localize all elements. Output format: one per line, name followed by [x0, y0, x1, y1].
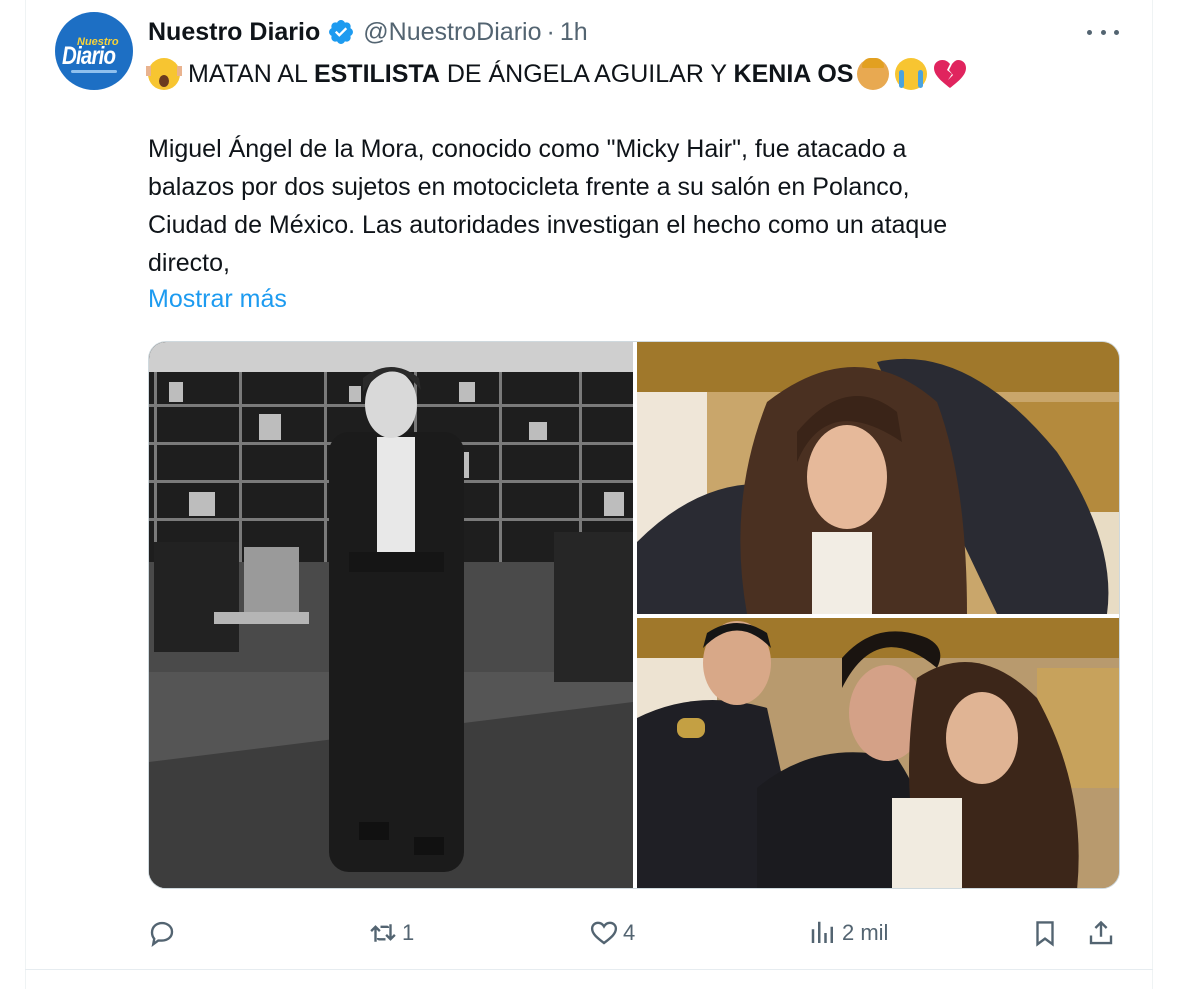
- stylist-portrait-image: [149, 342, 633, 888]
- views-button[interactable]: 2 mil: [808, 913, 888, 953]
- loudly-crying-face-icon: [895, 58, 928, 90]
- headline-part-1: MATAN AL: [188, 60, 314, 88]
- heart-icon: [590, 921, 618, 945]
- group-smiling-photo[interactable]: [637, 618, 1119, 888]
- author-name[interactable]: Nuestro Diario: [148, 18, 320, 47]
- more-dot: [1114, 29, 1119, 35]
- broken-heart-icon: [934, 60, 967, 88]
- tweet-timestamp[interactable]: 1h: [560, 18, 588, 47]
- retweet-button[interactable]: 1: [368, 913, 414, 953]
- share-button[interactable]: [1086, 913, 1116, 953]
- headline-bold-1: ESTILISTA: [313, 60, 440, 88]
- more-options-icon[interactable]: [1085, 18, 1121, 46]
- tweet-divider: [25, 969, 1153, 970]
- woman-getting-haircut-icon: [857, 58, 890, 90]
- timeline-left-border: [25, 0, 26, 989]
- author-avatar[interactable]: Nuestro Diario: [55, 12, 133, 90]
- verified-badge-icon: [329, 20, 354, 44]
- header-separator: ·: [546, 17, 555, 46]
- like-button[interactable]: 4: [589, 913, 635, 953]
- author-handle[interactable]: @NuestroDiario: [363, 18, 541, 47]
- retweet-icon: [370, 924, 396, 942]
- woman-long-hair-photo[interactable]: [637, 342, 1119, 614]
- group-smiling-image: [637, 618, 1119, 888]
- tweet-body-line: directo,: [148, 249, 230, 277]
- bookmark-icon: [1036, 921, 1054, 947]
- tweet-headline: MATAN AL ESTILISTA DE ÁNGELA AGUILAR Y K…: [146, 55, 967, 93]
- tweet-body-line: balazos por dos sujetos en motocicleta f…: [148, 173, 910, 201]
- views-bar-chart-icon: [811, 921, 833, 943]
- tweet-header: Nuestro Diario @NuestroDiario · 1h: [148, 15, 588, 49]
- like-count: 4: [623, 920, 636, 945]
- tweet-body-line: Miguel Ángel de la Mora, conocido como "…: [148, 135, 907, 163]
- bookmark-button[interactable]: [1030, 913, 1060, 953]
- tweet-actions: 1 4 2 mil: [0, 913, 1200, 953]
- show-more-link[interactable]: Mostrar más: [148, 280, 287, 318]
- tweet-body-line: Ciudad de México. Las autoridades invest…: [148, 211, 948, 239]
- avatar-logo-main: Diario: [62, 42, 116, 70]
- reply-button[interactable]: [147, 913, 181, 953]
- stylist-portrait-photo[interactable]: [149, 342, 633, 888]
- avatar-logo-underline: [71, 70, 117, 73]
- headline-bold-2: KENIA OS: [733, 60, 854, 88]
- more-dot: [1087, 29, 1092, 35]
- reply-icon: [150, 921, 174, 948]
- timeline-right-border: [1152, 0, 1153, 989]
- tweet-body: Miguel Ángel de la Mora, conocido como "…: [148, 130, 947, 282]
- views-count: 2 mil: [842, 920, 889, 945]
- share-upload-icon: [1089, 920, 1113, 945]
- tweet-media-grid: [148, 341, 1120, 889]
- woman-long-hair-image: [637, 342, 1119, 614]
- more-dot: [1100, 29, 1106, 35]
- headline-part-2: DE ÁNGELA AGUILAR Y: [439, 60, 734, 88]
- face-screaming-in-fear-icon: [146, 58, 182, 90]
- retweet-count: 1: [402, 920, 415, 945]
